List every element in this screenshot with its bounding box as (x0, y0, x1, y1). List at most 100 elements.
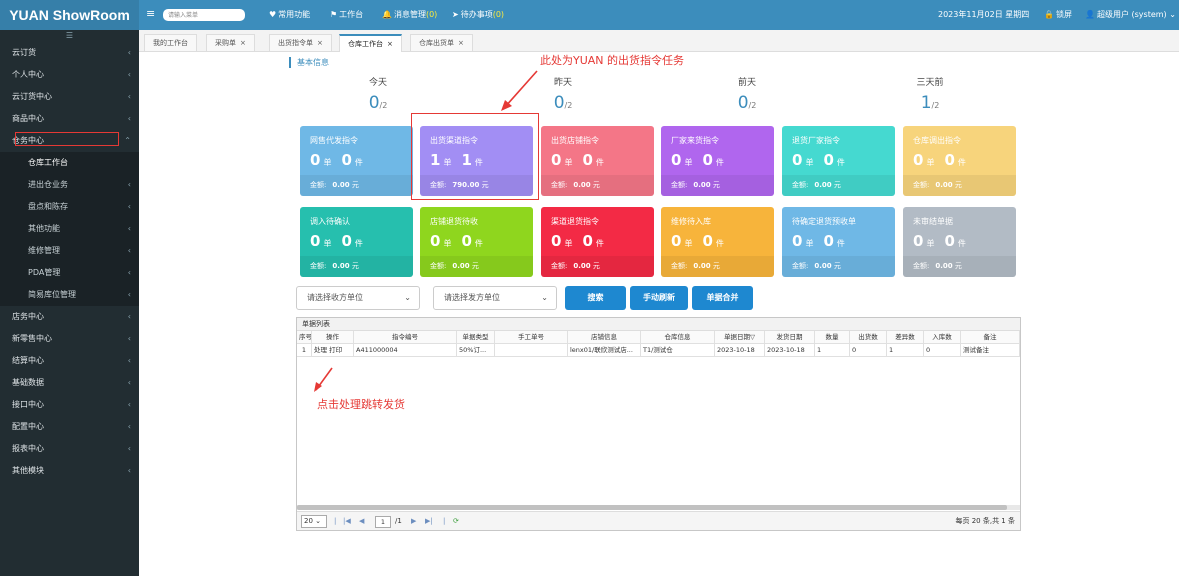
todo-menu[interactable]: ➤ 待办事项(0) (452, 0, 504, 30)
close-icon[interactable]: × (458, 39, 464, 47)
sidebar-item-label: 盘点和陈存 (28, 202, 68, 211)
column-header[interactable]: 差异数 (887, 331, 924, 344)
order-stat-card[interactable]: 厂家来货指令 0 单 0 件金额: 0.00 元 (661, 126, 774, 196)
search-button[interactable]: 搜索 (565, 286, 626, 310)
last-page-icon[interactable]: ▶| (425, 512, 433, 531)
sidebar-item[interactable]: 商品中心 ‹ (0, 108, 139, 130)
user-menu[interactable]: 👤 超级用户 (system) ⌄ (1085, 0, 1176, 30)
card-title: 待确定退货预收单 (792, 217, 856, 226)
sidebar-item[interactable]: 配置中心 ‹ (0, 416, 139, 438)
order-stat-card[interactable]: 仓库调出指令 0 单 0 件金额: 0.00 元 (903, 126, 1016, 196)
order-stat-card[interactable]: 退货厂家指令 0 单 0 件金额: 0.00 元 (782, 126, 895, 196)
close-icon[interactable]: × (317, 39, 323, 47)
chevron-left-icon: ‹ (127, 246, 131, 255)
column-header[interactable]: 操作 (312, 331, 354, 344)
table-row[interactable]: 1 处理 打印 A411000004 50%订... lenx01/联欣测试店.… (297, 344, 1020, 357)
column-header[interactable]: 仓库信息 (641, 331, 715, 344)
refresh-icon[interactable]: ⟳ (453, 512, 459, 531)
tab[interactable]: 我的工作台 (144, 34, 197, 51)
order-stat-card[interactable]: 渠道退货指令 0 单 0 件金额: 0.00 元 (541, 207, 654, 277)
close-icon[interactable]: × (240, 39, 246, 47)
column-header[interactable]: 备注 (961, 331, 1020, 344)
page-size-select[interactable]: 20 ⌄ (301, 515, 327, 528)
close-icon[interactable]: × (387, 40, 393, 48)
tab[interactable]: 出货指令单 × (269, 34, 332, 51)
sidebar-item[interactable]: 个人中心 ‹ (0, 64, 139, 86)
sidebar-item[interactable]: 其他模块 ‹ (0, 460, 139, 482)
chevron-left-icon: ‹ (127, 444, 131, 453)
sidebar-item-label: 维修管理 (28, 246, 60, 255)
sidebar-item-label: 商品中心 (12, 114, 44, 123)
day-count: 0 (368, 93, 380, 113)
column-header[interactable]: 单据日期▽ (715, 331, 765, 344)
prev-page-icon[interactable]: ◀ (359, 512, 364, 531)
order-stat-card[interactable]: 维修待入库 0 单 0 件金额: 0.00 元 (661, 207, 774, 277)
column-header[interactable]: 发货日期 (765, 331, 815, 344)
tab[interactable]: 仓库工作台 × (339, 34, 402, 52)
sidebar-item[interactable]: 结算中心 ‹ (0, 350, 139, 372)
next-page-icon[interactable]: ▶ (411, 512, 416, 531)
order-stat-card[interactable]: 出货店铺指令 0 单 0 件金额: 0.00 元 (541, 126, 654, 196)
manual-refresh-button[interactable]: 手动刷新 (630, 286, 688, 310)
print-link[interactable]: 打印 (329, 346, 342, 354)
app-logo[interactable]: YUAN ShowRoom (0, 0, 139, 30)
first-page-icon[interactable]: |◀ (343, 512, 351, 531)
process-link[interactable]: 处理 (314, 346, 327, 354)
sidebar-item[interactable]: 简易库位管理 ‹ (0, 284, 139, 306)
column-header[interactable]: 出货数 (850, 331, 887, 344)
scrollbar-thumb[interactable] (297, 505, 1007, 510)
workbench-menu[interactable]: ⚑ 工作台 (330, 0, 363, 30)
sidebar-item[interactable]: 基础数据 ‹ (0, 372, 139, 394)
common-functions-menu[interactable]: ♥ 常用功能 (269, 0, 310, 30)
column-header[interactable]: 单据类型 (457, 331, 495, 344)
order-stat-card[interactable]: 店铺退货待收 0 单 0 件金额: 0.00 元 (420, 207, 533, 277)
order-stat-card[interactable]: 未审结单据 0 单 0 件金额: 0.00 元 (903, 207, 1016, 277)
send-icon: ➤ (452, 10, 459, 19)
column-header[interactable]: 数量 (815, 331, 850, 344)
sidebar-item[interactable]: 仓库工作台 (0, 152, 139, 174)
sidebar-item[interactable]: 接口中心 ‹ (0, 394, 139, 416)
card-pieces: 0 (944, 232, 955, 250)
menu-icon[interactable]: ≡ (146, 8, 155, 20)
order-stat-card[interactable]: 网售代发指令 0 单 0 件金额: 0.00 元 (300, 126, 413, 196)
sidebar-item[interactable]: 盘点和陈存 ‹ (0, 196, 139, 218)
column-header[interactable]: 手工单号 (495, 331, 568, 344)
sidebar-item[interactable]: 新零售中心 ‹ (0, 328, 139, 350)
tab-label: 仓库出货单 (419, 39, 454, 47)
unit-pieces: 件 (354, 239, 363, 248)
lock-screen-button[interactable]: 🔒 锁屏 (1044, 0, 1072, 30)
pagination-info: 每页 20 条,共 1 条 (955, 517, 1016, 525)
sender-unit-select[interactable]: 请选择发方单位 ⌄ (433, 286, 557, 310)
column-header[interactable]: 入库数 (924, 331, 961, 344)
sidebar-toggle-icon[interactable]: ☰ (0, 30, 139, 42)
sidebar-item[interactable]: 店务中心 ‹ (0, 306, 139, 328)
card-title: 出货店铺指令 (551, 136, 599, 145)
messages-menu[interactable]: 🔔 消息管理(0) (382, 0, 437, 30)
page-number-input[interactable]: 1 (375, 516, 391, 528)
column-header[interactable]: 指令编号 (354, 331, 457, 344)
sidebar-item[interactable]: 报表中心 ‹ (0, 438, 139, 460)
order-stat-card[interactable]: 待确定退货预收单 0 单 0 件金额: 0.00 元 (782, 207, 895, 277)
day-total: /2 (748, 101, 757, 110)
column-header[interactable]: 店铺信息 (568, 331, 641, 344)
sidebar-item[interactable]: 维修管理 ‹ (0, 240, 139, 262)
sidebar-item[interactable]: PDA管理 ‹ (0, 262, 139, 284)
top-navbar: YUAN ShowRoom ≡ ♥常用功能 ⚑工作台 🔔消息管理(0) ➤待办事… (0, 0, 1179, 30)
receiver-unit-select[interactable]: 请选择收方单位 ⌄ (296, 286, 420, 310)
card-counts: 0单0件 (913, 232, 966, 250)
order-stat-card[interactable]: 调入待确认 0 单 0 件金额: 0.00 元 (300, 207, 413, 277)
sidebar-item[interactable]: 进出仓业务 ‹ (0, 174, 139, 196)
horizontal-scrollbar[interactable] (297, 505, 1020, 510)
sidebar-item[interactable]: 云订货中心 ‹ (0, 86, 139, 108)
sidebar-item[interactable]: 云订货 ‹ (0, 42, 139, 64)
merge-bills-button[interactable]: 单据合并 (692, 286, 753, 310)
day-total: /2 (379, 101, 388, 110)
unit-pieces: 件 (715, 158, 724, 167)
sidebar-item[interactable]: 其他功能 ‹ (0, 218, 139, 240)
tab[interactable]: 仓库出货单 × (410, 34, 473, 51)
unit-orders: 单 (323, 158, 332, 167)
tab[interactable]: 采购单 × (206, 34, 255, 51)
column-header[interactable]: 序号 (297, 331, 312, 344)
menu-search-input[interactable] (163, 9, 245, 21)
chevron-up-icon: ⌃ (124, 136, 131, 145)
